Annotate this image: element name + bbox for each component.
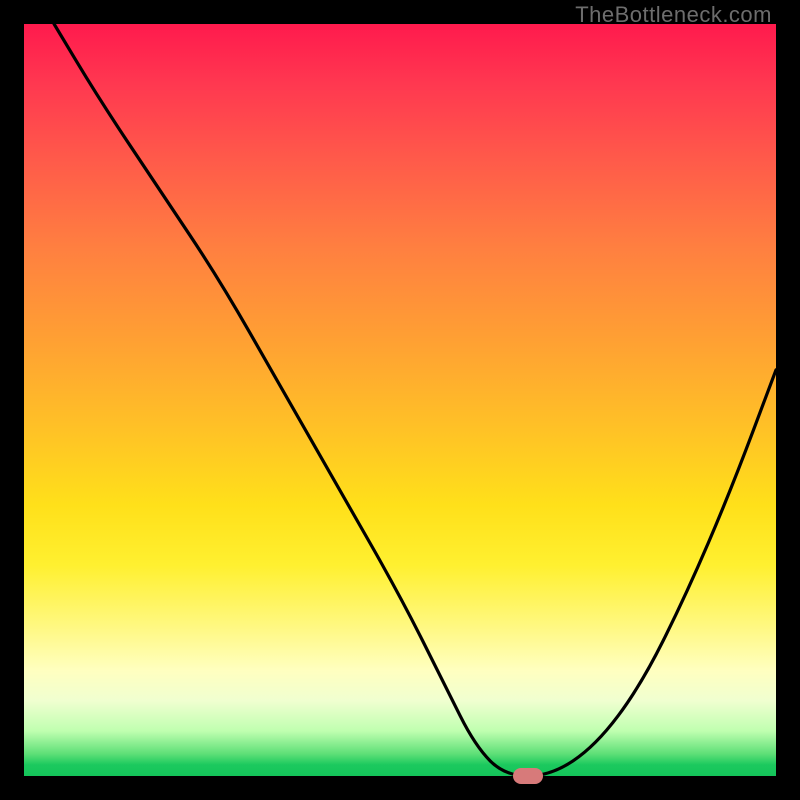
plot-area [24,24,776,776]
bottleneck-curve [24,24,776,776]
chart-frame: TheBottleneck.com [0,0,800,800]
optimal-point-marker [513,768,543,784]
